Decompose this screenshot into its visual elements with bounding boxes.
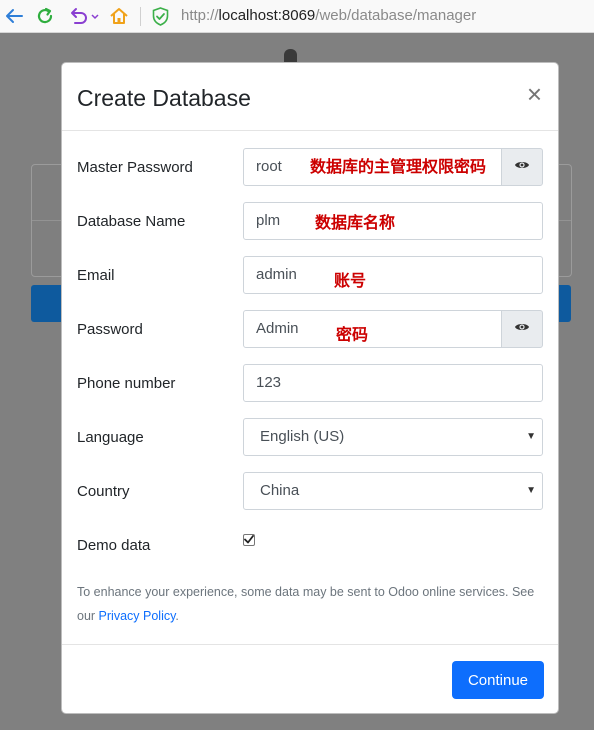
phone-number-value: 123 [256, 374, 282, 391]
home-icon[interactable] [108, 5, 130, 27]
email-value: admin [256, 266, 297, 283]
master-password-label: Master Password [77, 159, 193, 176]
modal-title: Create Database [77, 85, 251, 111]
browser-toolbar: http://localhost:8069/web/database/manag… [0, 0, 594, 33]
continue-button[interactable]: Continue [452, 661, 544, 699]
country-value: China [260, 482, 300, 499]
toolbar-separator [140, 7, 141, 26]
country-label: Country [77, 483, 130, 500]
database-name-annotation: 数据库名称 [315, 213, 396, 232]
url-scheme: http:// [181, 7, 219, 24]
demo-data-checkbox[interactable] [243, 534, 255, 546]
url-host: localhost:8069 [218, 7, 316, 24]
language-label: Language [77, 429, 144, 446]
eye-icon [514, 320, 530, 338]
password-value: Admin [256, 320, 299, 337]
address-bar[interactable]: http://localhost:8069/web/database/manag… [181, 7, 476, 24]
password-label: Password [77, 321, 143, 338]
demo-data-label: Demo data [77, 537, 151, 554]
close-icon[interactable]: × [527, 81, 542, 107]
url-path: /web/database/manager [315, 7, 477, 24]
shield-icon[interactable] [152, 7, 170, 26]
modal-header: Create Database × [62, 63, 558, 131]
password-annotation: 密码 [336, 325, 369, 344]
modal-footer: Continue [62, 644, 558, 714]
privacy-policy-link[interactable]: Privacy Policy [99, 609, 176, 623]
show-master-password-button[interactable] [501, 148, 543, 186]
country-select[interactable]: China ▼ [243, 472, 543, 510]
privacy-note-suffix: . [175, 609, 179, 623]
create-database-dialog: Create Database × Master Password root 数… [61, 62, 559, 714]
language-value: English (US) [260, 428, 345, 445]
email-annotation: 账号 [334, 271, 367, 290]
reload-icon[interactable] [34, 5, 56, 27]
password-input[interactable]: Admin [243, 310, 502, 348]
undo-icon[interactable] [66, 5, 100, 27]
phone-number-input[interactable]: 123 [243, 364, 543, 402]
eye-icon [514, 158, 530, 176]
back-arrow-icon[interactable] [3, 5, 25, 27]
email-input[interactable]: admin [243, 256, 543, 294]
privacy-note: To enhance your experience, some data ma… [77, 580, 547, 628]
email-label: Email [77, 267, 115, 284]
caret-down-icon: ▼ [526, 485, 536, 496]
checkmark-icon [244, 531, 254, 549]
caret-down-icon: ▼ [526, 431, 536, 442]
phone-number-label: Phone number [77, 375, 176, 392]
database-name-label: Database Name [77, 213, 186, 230]
database-name-value: plm [256, 212, 281, 229]
master-password-annotation: 数据库的主管理权限密码 [310, 157, 487, 176]
language-select[interactable]: English (US) ▼ [243, 418, 543, 456]
show-password-button[interactable] [501, 310, 543, 348]
master-password-value: root [256, 158, 282, 175]
